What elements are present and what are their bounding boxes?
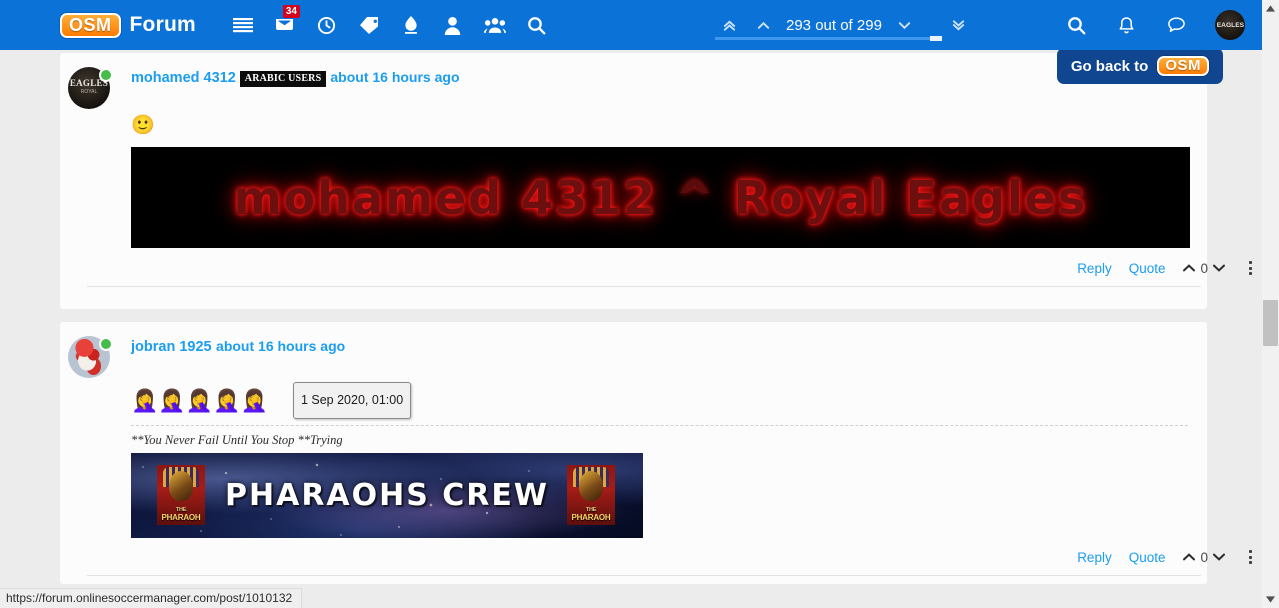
avatar[interactable] bbox=[68, 336, 113, 378]
post-emoji-row: 🤦‍♀️🤦‍♀️🤦‍♀️🤦‍♀️🤦‍♀️ 1 Sep 2020, 01:00 bbox=[131, 382, 1207, 419]
inbox-icon[interactable]: 34 bbox=[274, 5, 300, 36]
user-group-badge[interactable]: ARABIC USERS bbox=[239, 71, 327, 87]
osm-logo-text: OSM bbox=[69, 14, 112, 35]
inbox-badge: 34 bbox=[282, 5, 300, 18]
post-emoji: 🤦‍♀️🤦‍♀️🤦‍♀️🤦‍♀️🤦‍♀️ bbox=[131, 387, 268, 413]
post-header: ROYAL EAGLES mohamed 4312 ARABIC USERS abo… bbox=[60, 53, 1207, 109]
post-timestamp[interactable]: about 16 hours ago bbox=[216, 338, 345, 354]
signature-text: **You Never Fail Until You Stop **Trying bbox=[131, 433, 343, 447]
post-card: jobran 1925 about 16 hours ago 🤦‍♀️🤦‍♀️🤦… bbox=[60, 322, 1252, 584]
forum-title: Forum bbox=[129, 13, 196, 36]
search-icon[interactable] bbox=[1065, 14, 1087, 36]
banner-text: mohamed 4312 ^ Royal Eagles bbox=[234, 171, 1088, 225]
topic-page: ROYAL EAGLES mohamed 4312 ARABIC USERS abo… bbox=[0, 50, 1262, 588]
browser-status-bar: https://forum.onlinesoccermanager.com/po… bbox=[0, 588, 303, 608]
post-counter[interactable]: 293 out of 299 bbox=[780, 17, 888, 34]
downvote-icon[interactable] bbox=[1212, 262, 1226, 274]
osm-logo-text: OSM bbox=[1165, 57, 1201, 74]
group-icon[interactable] bbox=[483, 14, 506, 36]
nav-icon-group: 34 bbox=[232, 5, 548, 36]
post-timestamp[interactable]: about 16 hours ago bbox=[330, 69, 459, 85]
avatar[interactable]: ROYAL EAGLES bbox=[68, 67, 113, 109]
signature-banner-image: THE PHARAOH THE PHARAOH PHARAOHS CREW bbox=[131, 453, 643, 538]
search-icon[interactable] bbox=[526, 14, 548, 36]
jump-to-first-button[interactable] bbox=[712, 10, 746, 40]
post-author-link[interactable]: jobran 1925 bbox=[131, 339, 212, 355]
next-post-button[interactable] bbox=[888, 10, 922, 40]
reply-button[interactable]: Reply bbox=[1077, 261, 1112, 276]
scroll-down-arrow-icon[interactable] bbox=[1262, 591, 1279, 608]
flame-icon[interactable] bbox=[400, 14, 422, 36]
post-divider bbox=[87, 286, 1201, 287]
post-divider bbox=[87, 575, 1201, 576]
quote-button[interactable]: Quote bbox=[1129, 261, 1166, 276]
osm-logo-icon: OSM bbox=[1157, 56, 1209, 76]
jump-to-last-button[interactable] bbox=[942, 10, 976, 40]
post-card: ROYAL EAGLES mohamed 4312 ARABIC USERS abo… bbox=[60, 53, 1252, 309]
topic-pager: 293 out of 299 bbox=[712, 0, 976, 50]
signature-banner-image: mohamed 4312 ^ Royal Eagles bbox=[131, 147, 1190, 248]
go-back-label: Go back to bbox=[1070, 57, 1149, 75]
timestamp-tooltip: 1 Sep 2020, 01:00 bbox=[292, 382, 412, 419]
account-avatar-label: EAGLES bbox=[1216, 21, 1244, 29]
vote-count: 0 bbox=[1200, 549, 1208, 565]
previous-post-button[interactable] bbox=[746, 10, 780, 40]
scrollbar-thumb[interactable] bbox=[1263, 300, 1278, 346]
user-icon[interactable] bbox=[442, 14, 464, 36]
banner-text-left: mohamed 4312 bbox=[233, 170, 658, 225]
downvote-icon[interactable] bbox=[1212, 551, 1226, 563]
post-meta: jobran 1925 about 16 hours ago bbox=[131, 336, 345, 356]
online-status-dot bbox=[99, 68, 113, 82]
banner-text-right: Royal Eagles bbox=[733, 170, 1088, 225]
post-actions: Reply Quote 0 bbox=[80, 258, 1262, 278]
bell-icon[interactable] bbox=[1115, 14, 1137, 36]
vote-count: 0 bbox=[1200, 260, 1208, 276]
post-body: 🤦‍♀️🤦‍♀️🤦‍♀️🤦‍♀️🤦‍♀️ 1 Sep 2020, 01:00 *… bbox=[60, 378, 1252, 576]
tag-icon[interactable] bbox=[358, 14, 380, 36]
account-avatar[interactable]: EAGLES bbox=[1215, 10, 1245, 40]
post-actions: Reply Quote 0 bbox=[80, 547, 1262, 567]
upvote-icon[interactable] bbox=[1182, 262, 1196, 274]
quote-button[interactable]: Quote bbox=[1129, 550, 1166, 565]
banner-caret: ^ bbox=[675, 170, 716, 225]
post-emoji: 🙂 bbox=[131, 115, 155, 136]
clock-icon[interactable] bbox=[316, 14, 338, 36]
post-meta: mohamed 4312 ARABIC USERS about 16 hours a… bbox=[131, 67, 460, 87]
upvote-icon[interactable] bbox=[1182, 551, 1196, 563]
avatar-sublabel: ROYAL bbox=[80, 89, 98, 95]
top-navbar: OSM Forum 34 293 out of 299 EAGLES bbox=[0, 0, 1262, 50]
chat-icon[interactable] bbox=[1165, 14, 1187, 36]
scroll-up-arrow-icon[interactable] bbox=[1262, 0, 1279, 17]
progress-knob[interactable] bbox=[930, 36, 943, 41]
vertical-scrollbar[interactable] bbox=[1262, 0, 1279, 608]
nav-right-group: EAGLES bbox=[1065, 0, 1245, 50]
brand[interactable]: OSM Forum bbox=[60, 12, 196, 38]
go-back-to-osm-button[interactable]: Go back to OSM bbox=[1056, 48, 1223, 84]
reading-progress-bar[interactable] bbox=[715, 36, 943, 41]
vote-control: 0 bbox=[1182, 261, 1226, 276]
post-author-link[interactable]: mohamed 4312 bbox=[131, 70, 236, 86]
signature-divider bbox=[131, 425, 1188, 426]
post-body: 🙂 mohamed 4312 ^ Royal Eagles Reply Quot… bbox=[60, 109, 1252, 287]
kebab-menu-icon[interactable] bbox=[1243, 547, 1258, 567]
list-icon[interactable] bbox=[232, 14, 254, 36]
banner-text: PHARAOHS CREW bbox=[225, 478, 549, 513]
post-header: jobran 1925 about 16 hours ago bbox=[60, 322, 1207, 378]
reply-button[interactable]: Reply bbox=[1077, 550, 1112, 565]
online-status-dot bbox=[99, 337, 113, 351]
osm-logo-icon[interactable]: OSM bbox=[60, 12, 121, 38]
kebab-menu-icon[interactable] bbox=[1243, 258, 1258, 278]
vote-control: 0 bbox=[1182, 550, 1226, 565]
